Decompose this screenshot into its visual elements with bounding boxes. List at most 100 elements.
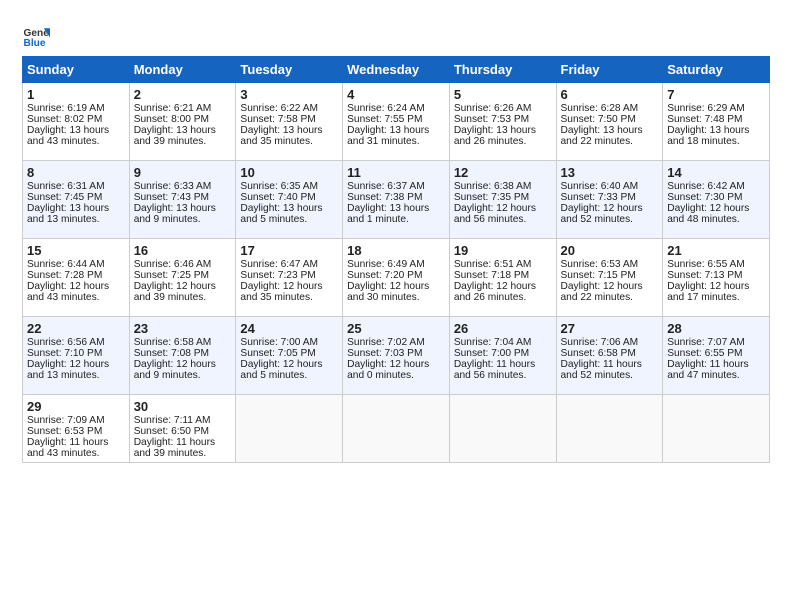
calendar-cell: 4 Sunrise: 6:24 AM Sunset: 7:55 PM Dayli… — [343, 83, 450, 161]
sunset-label: Sunset: 7:08 PM — [134, 348, 209, 359]
daylight-label: Daylight: 13 hours and 5 minutes. — [240, 203, 322, 225]
sunrise-label: Sunrise: 6:35 AM — [240, 181, 318, 192]
sunset-label: Sunset: 7:43 PM — [134, 192, 209, 203]
sunrise-label: Sunrise: 6:26 AM — [454, 103, 532, 114]
day-number: 5 — [454, 87, 552, 102]
daylight-label: Daylight: 12 hours and 0 minutes. — [347, 359, 429, 381]
calendar-cell — [343, 395, 450, 463]
daylight-label: Daylight: 12 hours and 17 minutes. — [667, 281, 749, 303]
calendar-cell: 12 Sunrise: 6:38 AM Sunset: 7:35 PM Dayl… — [449, 161, 556, 239]
daylight-label: Daylight: 12 hours and 22 minutes. — [561, 281, 643, 303]
logo-icon: General Blue — [22, 22, 50, 50]
sunrise-label: Sunrise: 6:21 AM — [134, 103, 212, 114]
sunrise-label: Sunrise: 6:42 AM — [667, 181, 745, 192]
daylight-label: Daylight: 13 hours and 13 minutes. — [27, 203, 109, 225]
daylight-label: Daylight: 12 hours and 56 minutes. — [454, 203, 536, 225]
calendar-cell — [449, 395, 556, 463]
sunrise-label: Sunrise: 7:04 AM — [454, 337, 532, 348]
day-number: 19 — [454, 243, 552, 258]
svg-text:Blue: Blue — [24, 38, 46, 49]
calendar-cell: 19 Sunrise: 6:51 AM Sunset: 7:18 PM Dayl… — [449, 239, 556, 317]
day-number: 17 — [240, 243, 338, 258]
sunset-label: Sunset: 7:18 PM — [454, 270, 529, 281]
day-number: 15 — [27, 243, 125, 258]
sunset-label: Sunset: 7:00 PM — [454, 348, 529, 359]
sunrise-label: Sunrise: 7:07 AM — [667, 337, 745, 348]
calendar-cell: 3 Sunrise: 6:22 AM Sunset: 7:58 PM Dayli… — [236, 83, 343, 161]
sunset-label: Sunset: 7:30 PM — [667, 192, 742, 203]
daylight-label: Daylight: 11 hours and 39 minutes. — [134, 437, 215, 459]
sunrise-label: Sunrise: 6:51 AM — [454, 259, 532, 270]
sunrise-label: Sunrise: 7:02 AM — [347, 337, 425, 348]
daylight-label: Daylight: 12 hours and 9 minutes. — [134, 359, 216, 381]
daylight-label: Daylight: 13 hours and 26 minutes. — [454, 125, 536, 147]
daylight-label: Daylight: 12 hours and 39 minutes. — [134, 281, 216, 303]
daylight-label: Daylight: 13 hours and 39 minutes. — [134, 125, 216, 147]
day-number: 16 — [134, 243, 232, 258]
daylight-label: Daylight: 13 hours and 31 minutes. — [347, 125, 429, 147]
sunrise-label: Sunrise: 6:53 AM — [561, 259, 639, 270]
daylight-label: Daylight: 13 hours and 43 minutes. — [27, 125, 109, 147]
sunrise-label: Sunrise: 6:55 AM — [667, 259, 745, 270]
day-number: 29 — [27, 399, 125, 414]
sunset-label: Sunset: 7:35 PM — [454, 192, 529, 203]
day-number: 10 — [240, 165, 338, 180]
weekday-header: Sunday — [23, 57, 130, 83]
sunrise-label: Sunrise: 6:33 AM — [134, 181, 212, 192]
day-number: 23 — [134, 321, 232, 336]
weekday-header-row: SundayMondayTuesdayWednesdayThursdayFrid… — [23, 57, 770, 83]
sunrise-label: Sunrise: 6:44 AM — [27, 259, 105, 270]
calendar-cell: 20 Sunrise: 6:53 AM Sunset: 7:15 PM Dayl… — [556, 239, 663, 317]
daylight-label: Daylight: 11 hours and 47 minutes. — [667, 359, 748, 381]
calendar-cell: 25 Sunrise: 7:02 AM Sunset: 7:03 PM Dayl… — [343, 317, 450, 395]
weekday-header: Saturday — [663, 57, 770, 83]
weekday-header: Thursday — [449, 57, 556, 83]
calendar-cell: 27 Sunrise: 7:06 AM Sunset: 6:58 PM Dayl… — [556, 317, 663, 395]
day-number: 27 — [561, 321, 659, 336]
sunrise-label: Sunrise: 6:58 AM — [134, 337, 212, 348]
day-number: 1 — [27, 87, 125, 102]
sunrise-label: Sunrise: 6:29 AM — [667, 103, 745, 114]
calendar-cell: 6 Sunrise: 6:28 AM Sunset: 7:50 PM Dayli… — [556, 83, 663, 161]
calendar-cell: 14 Sunrise: 6:42 AM Sunset: 7:30 PM Dayl… — [663, 161, 770, 239]
calendar-cell: 26 Sunrise: 7:04 AM Sunset: 7:00 PM Dayl… — [449, 317, 556, 395]
day-number: 11 — [347, 165, 445, 180]
sunrise-label: Sunrise: 6:38 AM — [454, 181, 532, 192]
calendar-cell: 10 Sunrise: 6:35 AM Sunset: 7:40 PM Dayl… — [236, 161, 343, 239]
weekday-header: Tuesday — [236, 57, 343, 83]
sunrise-label: Sunrise: 6:22 AM — [240, 103, 318, 114]
daylight-label: Daylight: 12 hours and 13 minutes. — [27, 359, 109, 381]
day-number: 24 — [240, 321, 338, 336]
sunrise-label: Sunrise: 7:11 AM — [134, 415, 211, 426]
day-number: 21 — [667, 243, 765, 258]
day-number: 25 — [347, 321, 445, 336]
daylight-label: Daylight: 12 hours and 43 minutes. — [27, 281, 109, 303]
sunset-label: Sunset: 7:20 PM — [347, 270, 422, 281]
daylight-label: Daylight: 13 hours and 9 minutes. — [134, 203, 216, 225]
sunrise-label: Sunrise: 6:19 AM — [27, 103, 105, 114]
sunset-label: Sunset: 7:53 PM — [454, 114, 529, 125]
daylight-label: Daylight: 12 hours and 5 minutes. — [240, 359, 322, 381]
sunset-label: Sunset: 7:23 PM — [240, 270, 315, 281]
logo: General Blue — [22, 22, 54, 50]
header-row: General Blue — [22, 18, 770, 50]
sunset-label: Sunset: 7:28 PM — [27, 270, 102, 281]
daylight-label: Daylight: 12 hours and 52 minutes. — [561, 203, 643, 225]
calendar-cell: 17 Sunrise: 6:47 AM Sunset: 7:23 PM Dayl… — [236, 239, 343, 317]
calendar-cell: 13 Sunrise: 6:40 AM Sunset: 7:33 PM Dayl… — [556, 161, 663, 239]
calendar-cell: 24 Sunrise: 7:00 AM Sunset: 7:05 PM Dayl… — [236, 317, 343, 395]
sunset-label: Sunset: 7:10 PM — [27, 348, 102, 359]
sunset-label: Sunset: 6:50 PM — [134, 426, 209, 437]
sunrise-label: Sunrise: 6:56 AM — [27, 337, 105, 348]
sunrise-label: Sunrise: 6:40 AM — [561, 181, 639, 192]
sunset-label: Sunset: 8:00 PM — [134, 114, 209, 125]
calendar-cell: 2 Sunrise: 6:21 AM Sunset: 8:00 PM Dayli… — [129, 83, 236, 161]
daylight-label: Daylight: 12 hours and 35 minutes. — [240, 281, 322, 303]
calendar-cell: 22 Sunrise: 6:56 AM Sunset: 7:10 PM Dayl… — [23, 317, 130, 395]
day-number: 6 — [561, 87, 659, 102]
sunset-label: Sunset: 6:58 PM — [561, 348, 636, 359]
sunset-label: Sunset: 7:05 PM — [240, 348, 315, 359]
calendar-cell: 9 Sunrise: 6:33 AM Sunset: 7:43 PM Dayli… — [129, 161, 236, 239]
day-number: 20 — [561, 243, 659, 258]
day-number: 3 — [240, 87, 338, 102]
